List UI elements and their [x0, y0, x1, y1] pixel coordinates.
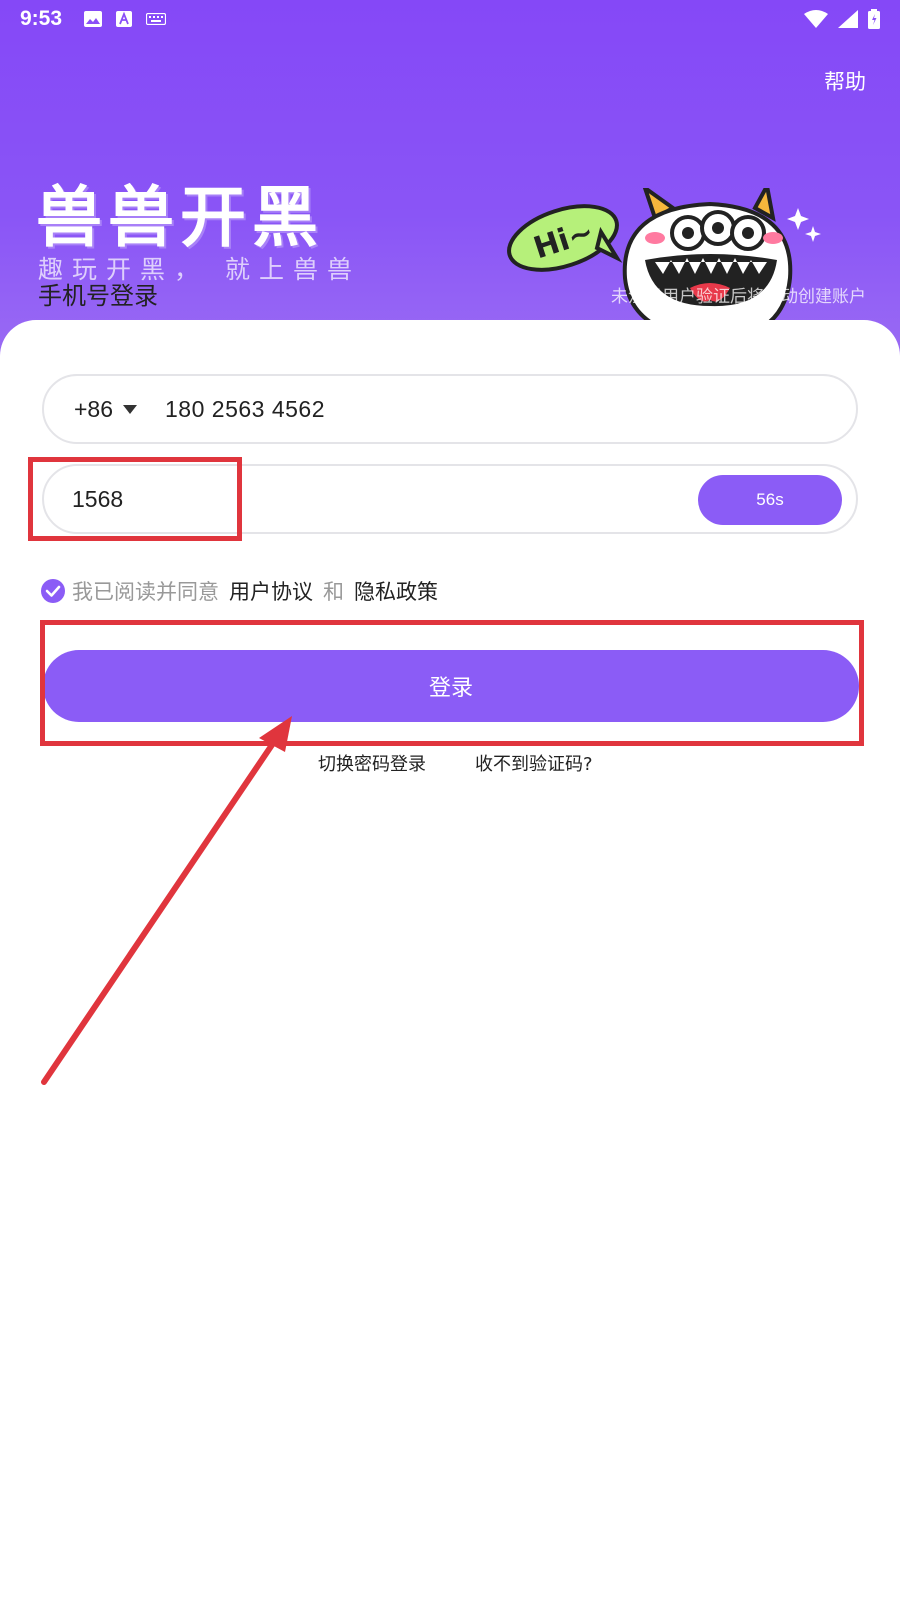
signal-icon — [838, 10, 858, 28]
image-icon — [84, 11, 103, 27]
battery-icon — [868, 9, 880, 29]
resend-code-countdown-button[interactable]: 56s — [698, 475, 842, 525]
auto-create-hint: 未注册用户验证后将自动创建账户 — [611, 287, 866, 307]
login-title: 手机号登录 — [38, 282, 158, 310]
checkbox-checked-icon[interactable] — [40, 578, 66, 604]
phone-input-field[interactable]: +86 180 2563 4562 — [42, 374, 858, 444]
help-link[interactable]: 帮助 — [824, 66, 866, 96]
verification-code-field[interactable]: 1568 56s — [42, 464, 858, 534]
keyboard-icon — [146, 13, 167, 25]
status-icons-left — [84, 11, 167, 27]
privacy-policy-link[interactable]: 隐私政策 — [354, 576, 438, 606]
a-icon — [116, 11, 133, 27]
wifi-icon — [804, 10, 828, 28]
user-agreement-link[interactable]: 用户协议 — [229, 576, 313, 606]
login-button[interactable]: 登录 — [43, 650, 859, 722]
phone-number-value[interactable]: 180 2563 4562 — [165, 396, 325, 423]
chevron-down-icon[interactable] — [123, 404, 138, 414]
hi-speech-bubble: Hi~ — [507, 204, 623, 272]
status-time: 9:53 — [20, 7, 63, 30]
agreement-prefix-text: 我已阅读并同意 — [72, 580, 219, 604]
no-code-received-link[interactable]: 收不到验证码? — [475, 750, 593, 776]
app-logo-title: 兽兽开黑 — [36, 179, 324, 256]
country-code-selector[interactable]: +86 — [74, 396, 113, 423]
agreement-row: 我已阅读并同意 用户协议 和 隐私政策 — [40, 576, 438, 606]
agreement-and-text: 和 — [323, 580, 344, 604]
status-icons-right — [804, 9, 880, 29]
verification-code-value[interactable]: 1568 — [72, 486, 123, 513]
status-bar: 9:53 — [0, 0, 900, 38]
switch-password-login-link[interactable]: 切换密码登录 — [318, 750, 426, 776]
